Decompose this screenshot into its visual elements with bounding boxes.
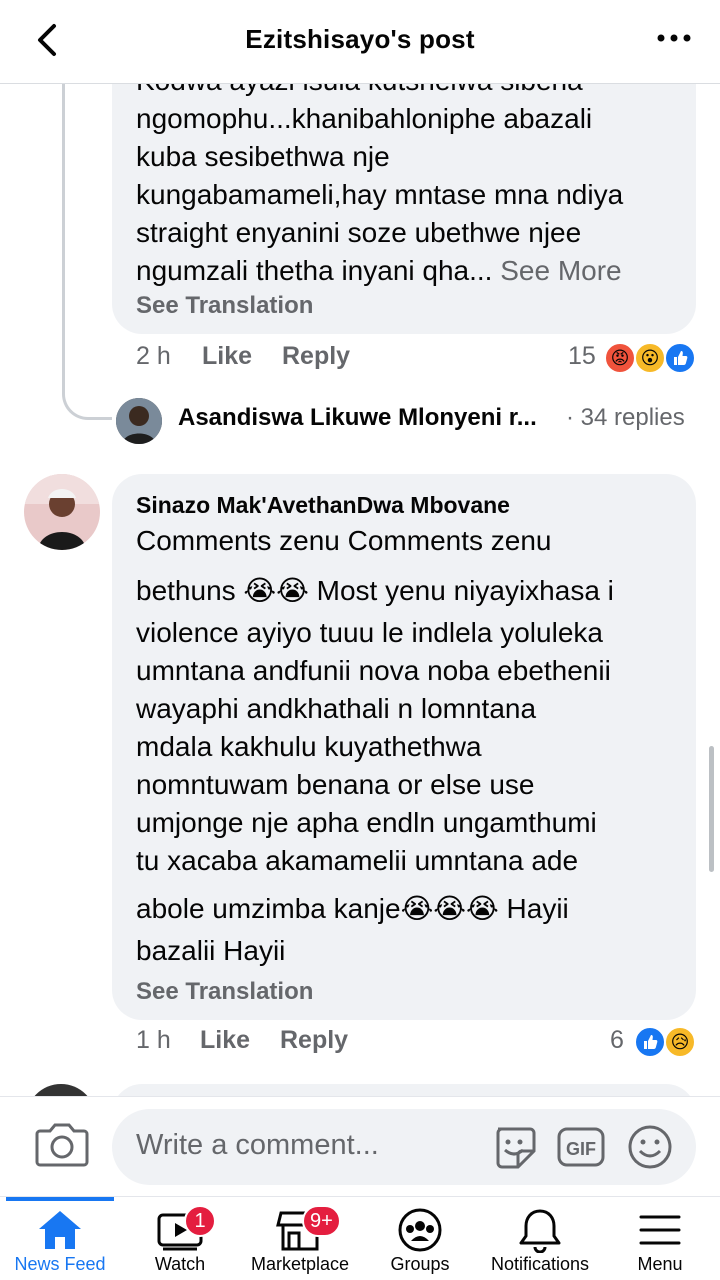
groups-icon [398, 1208, 442, 1252]
nav-notifications[interactable]: Notifications [480, 1197, 600, 1280]
svg-text:GIF: GIF [566, 1139, 596, 1159]
like-reaction-icon [634, 1026, 666, 1058]
more-options-button[interactable] [656, 28, 692, 48]
bell-icon [519, 1209, 561, 1253]
menu-icon [639, 1215, 681, 1245]
nav-label: Marketplace [250, 1254, 350, 1274]
view-replies-link[interactable]: · 34 replies [566, 404, 685, 432]
emoji-button[interactable] [626, 1123, 674, 1171]
like-reaction-icon [664, 342, 696, 374]
comment-time: 2 h [136, 342, 171, 370]
page-title: Ezitshisayo's post [245, 24, 475, 54]
avatar[interactable] [26, 1084, 96, 1096]
comment-bubble: Kodwa ayazi isula kutshelwa sibenangomop… [112, 84, 696, 334]
angry-reaction-icon: 😡 [604, 342, 636, 374]
comment-line: bazalii Hayii [136, 935, 286, 966]
reply-button[interactable]: Reply [280, 1026, 348, 1055]
nav-news-feed[interactable]: News Feed [0, 1197, 120, 1280]
see-translation-link[interactable]: See Translation [136, 292, 313, 320]
reply-button[interactable]: Reply [282, 342, 350, 371]
reaction-count[interactable]: 15 [568, 342, 596, 371]
nav-label: Menu [637, 1254, 683, 1274]
nav-menu[interactable]: Menu [600, 1197, 720, 1280]
see-translation-link[interactable]: See Translation [136, 978, 313, 1006]
nav-watch[interactable]: 1 Watch [120, 1197, 240, 1280]
bottom-navigation: News Feed 1 Watch 9+ Marketplace Groups [0, 1196, 720, 1280]
reply-author[interactable]: Asandiswa Likuwe Mlonyeni r... [178, 404, 537, 432]
notification-badge: 9+ [302, 1205, 341, 1237]
sticker-button[interactable] [490, 1123, 538, 1171]
like-button[interactable]: Like [202, 342, 252, 371]
gif-button[interactable]: GIF [556, 1123, 606, 1171]
nav-label: Notifications [490, 1254, 590, 1274]
comment-bubble: Sinazo Mak'AvethanDwa Mbovane Comments z… [112, 474, 696, 1020]
gif-icon: GIF [557, 1127, 605, 1167]
top-app-bar: Ezitshisayo's post [0, 0, 720, 84]
scrollbar[interactable] [709, 746, 714, 872]
comment-partial-line: Kodwa ayazi isula kutshelwa sibena [136, 84, 686, 100]
camera-button[interactable] [34, 1119, 90, 1169]
comment-line: Comments zenu Comments zenu [136, 525, 552, 556]
home-icon [39, 1211, 81, 1249]
comment-author[interactable]: Sinazo Mak'AvethanDwa Mbovane [136, 492, 510, 519]
comments-feed[interactable]: Kodwa ayazi isula kutshelwa sibenangomop… [0, 84, 720, 1096]
wow-reaction-icon: 😮 [634, 342, 666, 374]
nav-label: Watch [154, 1254, 206, 1274]
comment-time: 1 h [136, 1026, 171, 1054]
notification-badge: 1 [184, 1205, 216, 1237]
nav-groups[interactable]: Groups [360, 1197, 480, 1280]
comment-bubble [112, 1084, 696, 1096]
nav-label: News Feed [14, 1254, 106, 1274]
more-horizontal-icon [657, 34, 691, 42]
comment-input[interactable]: Write a comment... GIF [112, 1109, 696, 1185]
see-more-link[interactable]: See More [500, 255, 621, 286]
sticker-icon [496, 1127, 536, 1169]
emoji-icon [628, 1125, 672, 1169]
reaction-count[interactable]: 6 [610, 1026, 624, 1055]
comment-line: abole umzimba kanje😭😭😭 Hayii [136, 893, 569, 924]
like-button[interactable]: Like [200, 1026, 250, 1055]
comment-line: bethuns 😭😭 Most yenu niyayixhasa i [136, 575, 614, 606]
sad-reaction-icon: 😥 [664, 1026, 696, 1058]
comment-actions: 1 h Like Reply 6 [0, 1026, 720, 1066]
nav-marketplace[interactable]: 9+ Marketplace [240, 1197, 360, 1280]
nav-label: Groups [390, 1254, 450, 1274]
comment-line: violence ayiyo tuuu le indlela yoluleka … [136, 617, 611, 876]
comment-input-placeholder: Write a comment... [136, 1129, 379, 1161]
avatar[interactable] [24, 474, 100, 550]
comment-composer: Write a comment... GIF [0, 1096, 720, 1196]
avatar[interactable] [116, 398, 162, 444]
camera-icon [35, 1123, 89, 1167]
comment-text: Kodwa ayazi isula kutshelwa sibenangomop… [136, 84, 686, 290]
